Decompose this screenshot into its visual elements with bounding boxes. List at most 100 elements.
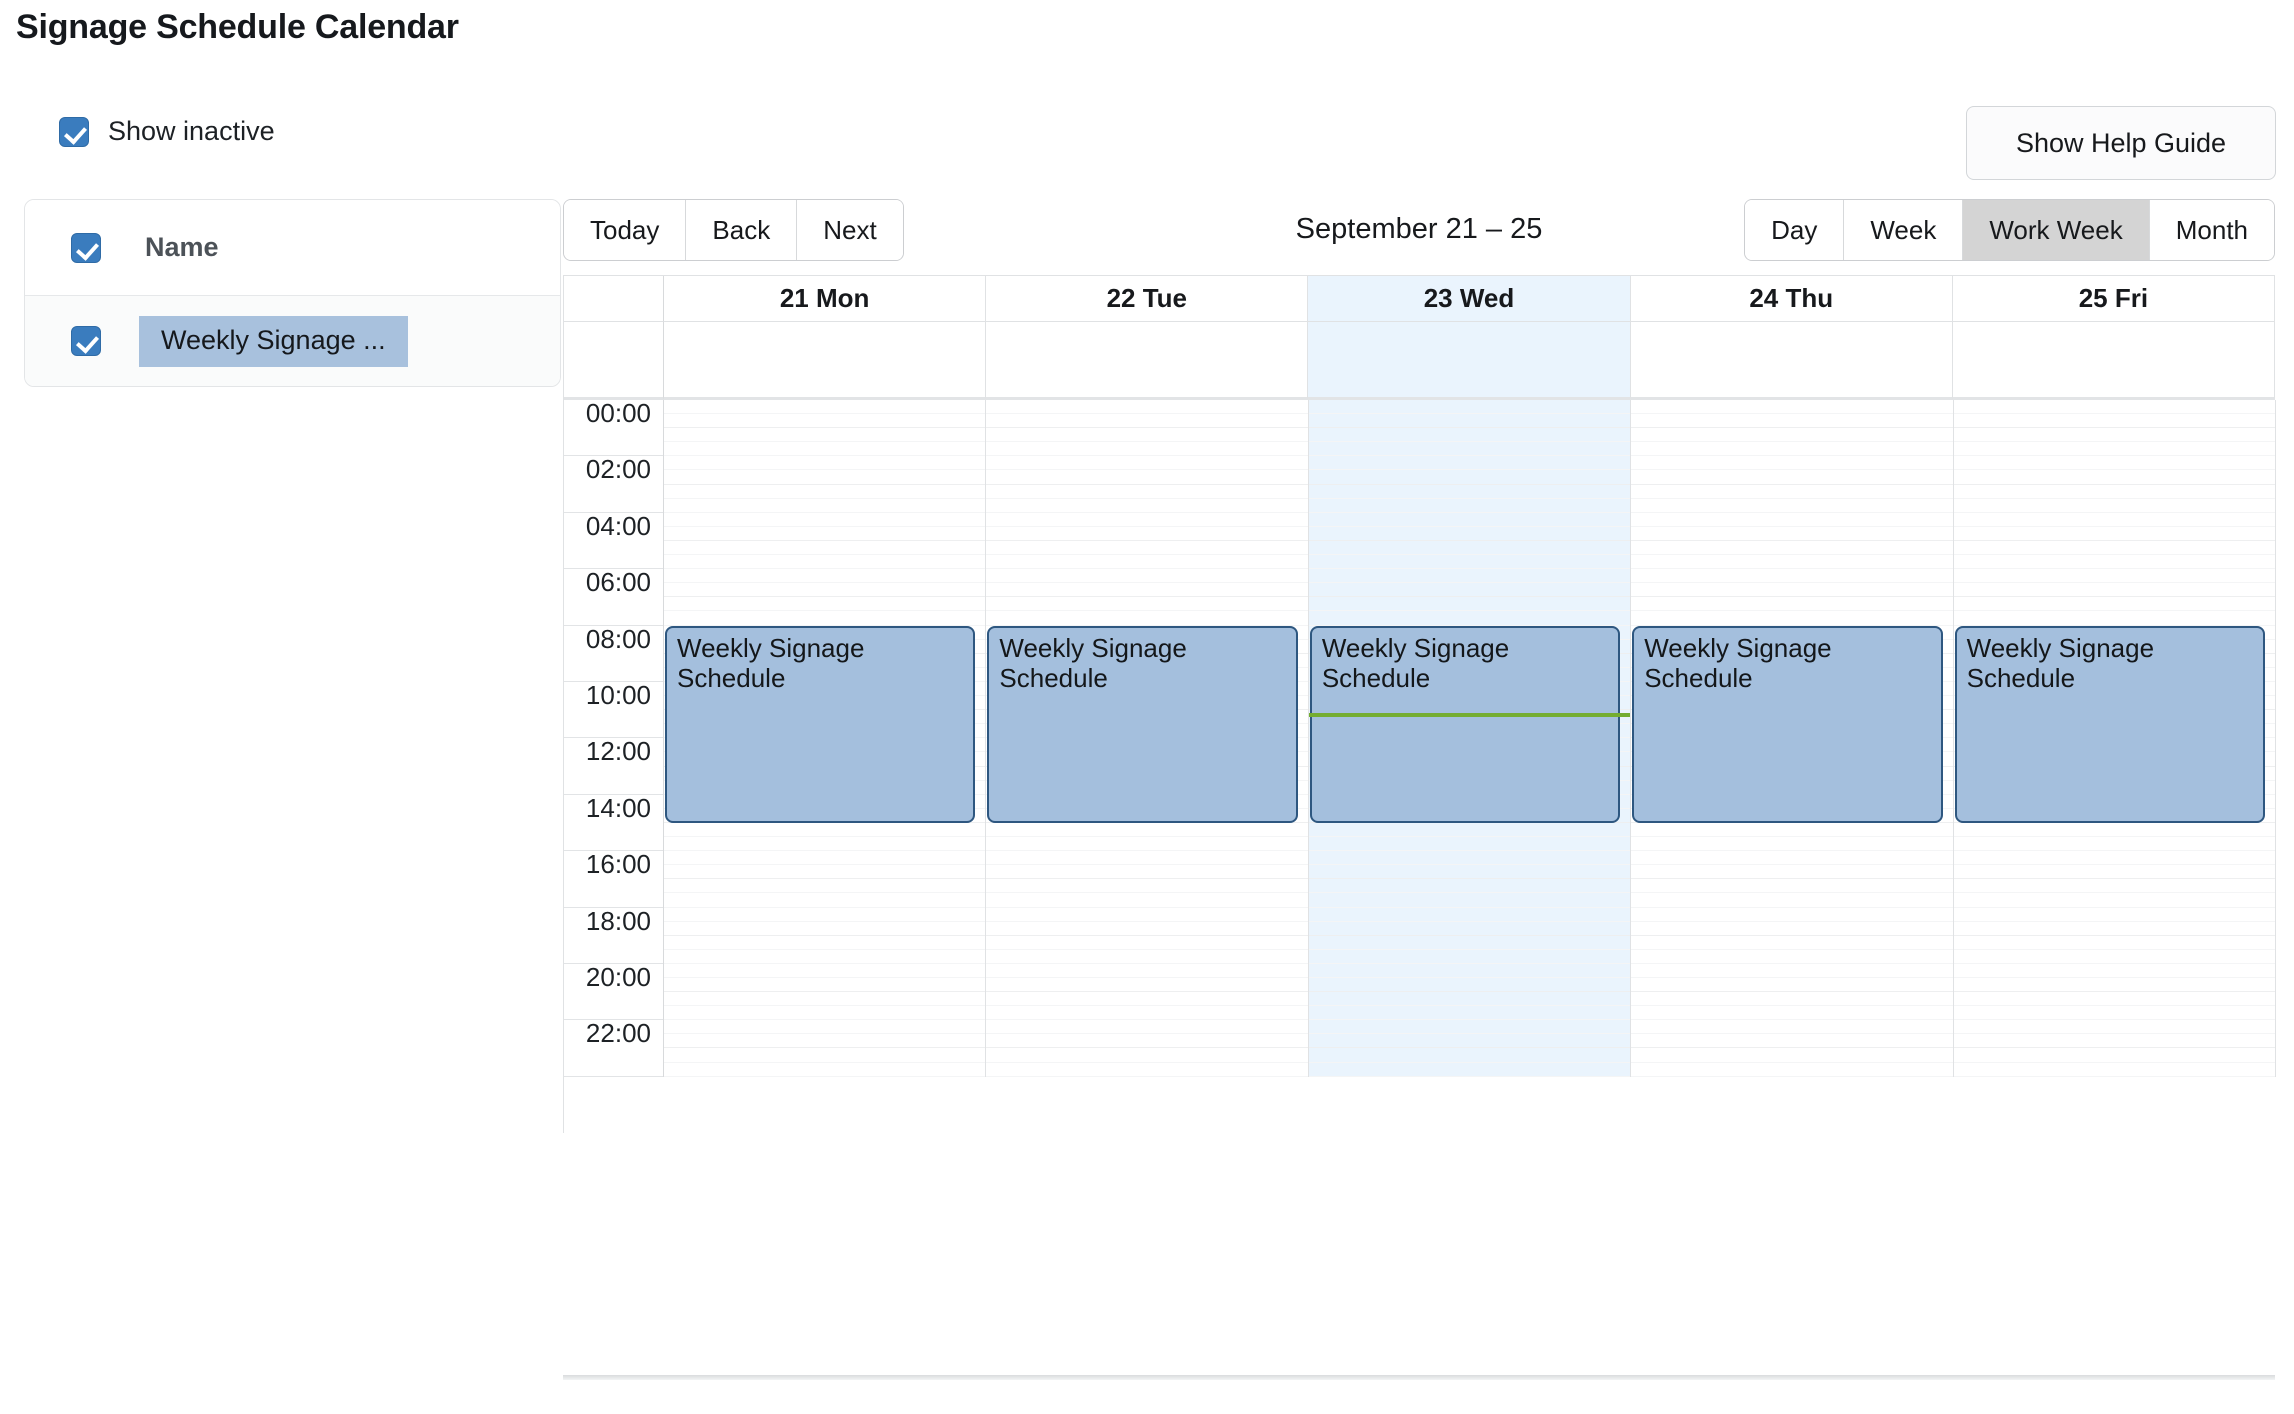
all-day-cell-thu[interactable] [1630,322,1953,400]
time-slot[interactable] [986,964,1308,1021]
time-slot[interactable] [664,569,986,626]
time-subslot[interactable] [664,1006,986,1021]
time-subslot[interactable] [1631,1006,1953,1021]
time-subslot[interactable] [1308,583,1631,598]
time-slot[interactable] [1953,400,2276,457]
time-subslot[interactable] [1631,1063,1953,1077]
time-subslot[interactable] [1953,470,2276,485]
time-subslot[interactable] [664,893,986,908]
all-day-cell-tue[interactable] [986,322,1309,400]
view-tab-week[interactable]: Week [1844,200,1964,260]
time-subslot[interactable] [1631,414,1953,429]
all-day-cell-wed[interactable] [1308,322,1631,400]
time-slot[interactable] [986,851,1308,908]
time-subslot[interactable] [664,936,986,950]
time-subslot[interactable] [1308,597,1631,612]
time-subslot[interactable] [1953,527,2276,541]
time-subslot[interactable] [1953,569,2276,584]
day-header-23-wed[interactable]: 23 Wed [1308,276,1631,322]
time-subslot[interactable] [1953,428,2276,443]
show-inactive-checkbox[interactable] [59,116,89,147]
time-subslot[interactable] [986,1048,1308,1063]
time-slot[interactable] [986,513,1308,570]
time-subslot[interactable] [1953,485,2276,499]
time-subslot[interactable] [1953,1034,2276,1049]
time-subslot[interactable] [986,583,1308,598]
time-subslot[interactable] [986,893,1308,908]
time-subslot[interactable] [1953,1048,2276,1063]
time-subslot[interactable] [986,513,1308,527]
time-subslot[interactable] [664,1048,986,1063]
time-subslot[interactable] [1953,992,2276,1007]
time-subslot[interactable] [1308,456,1631,471]
time-subslot[interactable] [1308,1034,1631,1049]
time-slot[interactable] [1308,964,1631,1021]
time-subslot[interactable] [1953,1020,2276,1035]
time-subslot[interactable] [1308,908,1631,922]
time-subslot[interactable] [1953,950,2276,964]
time-subslot[interactable] [1308,950,1631,964]
time-subslot[interactable] [986,922,1308,936]
time-subslot[interactable] [664,950,986,964]
time-subslot[interactable] [664,992,986,1007]
time-subslot[interactable] [664,851,986,866]
time-subslot[interactable] [1631,922,1953,936]
time-slot[interactable] [1953,908,2276,964]
time-subslot[interactable] [986,1063,1308,1077]
calendar-event[interactable]: Weekly Signage Schedule [1309,625,1621,823]
time-subslot[interactable] [1631,823,1953,838]
time-subslot[interactable] [1308,400,1631,415]
time-subslot[interactable] [1631,851,1953,866]
time-subslot[interactable] [1631,485,1953,499]
time-subslot[interactable] [1631,1020,1953,1035]
list-item[interactable]: Weekly Signage ... [25,296,560,386]
time-slot[interactable] [1631,908,1953,964]
time-subslot[interactable] [1953,978,2276,993]
time-subslot[interactable] [1953,541,2276,556]
time-subslot[interactable] [1631,879,1953,894]
time-subslot[interactable] [1953,555,2276,570]
time-subslot[interactable] [1953,400,2276,415]
time-subslot[interactable] [1953,611,2276,626]
select-all-checkbox[interactable] [71,232,101,263]
time-subslot[interactable] [664,1034,986,1049]
time-slot[interactable] [986,1020,1308,1077]
time-slot[interactable] [664,908,986,964]
time-slot[interactable] [1953,1020,2276,1077]
time-subslot[interactable] [664,470,986,485]
time-subslot[interactable] [664,442,986,457]
time-subslot[interactable] [986,992,1308,1007]
all-day-cell-mon[interactable] [664,322,987,400]
time-subslot[interactable] [664,611,986,626]
time-subslot[interactable] [986,428,1308,443]
time-subslot[interactable] [1308,851,1631,866]
time-subslot[interactable] [664,964,986,978]
time-slot[interactable] [1953,513,2276,570]
time-slot[interactable] [1308,569,1631,626]
time-subslot[interactable] [664,583,986,598]
all-day-cell-fri[interactable] [1952,322,2276,400]
time-subslot[interactable] [664,597,986,612]
time-subslot[interactable] [1953,908,2276,922]
time-subslot[interactable] [986,499,1308,513]
time-slot[interactable] [1631,851,1953,908]
time-subslot[interactable] [1308,442,1631,457]
day-header-21-mon[interactable]: 21 Mon [664,276,987,322]
time-subslot[interactable] [1953,414,2276,429]
time-subslot[interactable] [986,611,1308,626]
day-header-24-thu[interactable]: 24 Thu [1630,276,1953,322]
time-subslot[interactable] [986,851,1308,866]
day-column-thu[interactable]: Weekly Signage Schedule [1631,400,1954,1077]
show-inactive-control[interactable]: Show inactive [59,116,275,147]
calendar-event[interactable]: Weekly Signage Schedule [987,625,1298,823]
time-subslot[interactable] [986,879,1308,894]
time-subslot[interactable] [1953,964,2276,978]
time-subslot[interactable] [1308,936,1631,950]
time-subslot[interactable] [986,541,1308,556]
time-slot[interactable] [1308,1020,1631,1077]
time-subslot[interactable] [986,1006,1308,1021]
time-slot[interactable] [1308,908,1631,964]
time-slot[interactable] [1953,851,2276,908]
time-slot[interactable] [664,851,986,908]
time-subslot[interactable] [1953,513,2276,527]
